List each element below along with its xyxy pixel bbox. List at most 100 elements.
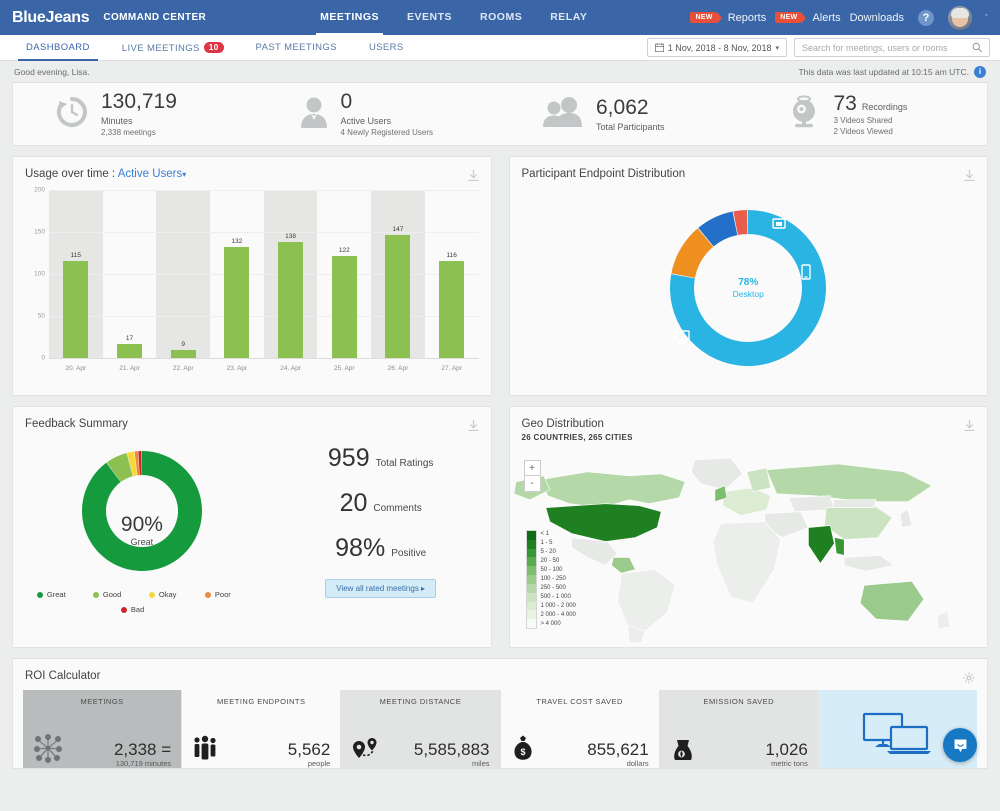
download-icon[interactable] [467,169,480,187]
region-europe[interactable] [722,488,770,516]
x-tick-label: 23. Apr [210,359,264,380]
nav-item-meetings[interactable]: MEETINGS [306,0,393,35]
info-icon[interactable]: i [974,66,986,78]
chat-icon [952,737,969,754]
search-box[interactable] [794,38,990,57]
map-legend-label: 1 000 - 2 000 [541,602,576,611]
bar[interactable] [385,235,410,358]
svg-text:$: $ [520,747,525,757]
legend-label: Bad [131,605,144,614]
country-australia[interactable] [860,581,924,621]
bar[interactable] [224,247,249,358]
country-mexico[interactable] [571,538,617,566]
bar-column[interactable]: 115 [49,190,103,358]
roi-cell-endpoints[interactable]: MEETING ENDPOINTS 5,562 people [182,690,341,768]
bar-column[interactable]: 147 [371,190,425,358]
roi-cell-distance[interactable]: MEETING DISTANCE 5,585,883 miles [341,690,500,768]
geo-card-title: Geo Distribution [510,407,988,430]
usage-metric-selector[interactable]: Active Users [118,168,183,180]
y-tick-label: 150 [34,229,45,236]
stat-minutes-value: 130,719 [101,91,177,112]
nav-item-downloads[interactable]: Downloads [850,12,904,24]
country-mongolia[interactable] [832,500,876,508]
country-new-zealand[interactable] [937,611,949,629]
bar-column[interactable]: 138 [264,190,318,358]
bar-column[interactable]: 122 [317,190,371,358]
legend-item-poor[interactable]: Poor [205,590,247,599]
chat-support-button[interactable] [943,728,977,762]
world-map[interactable] [510,446,987,645]
bar[interactable] [332,256,357,358]
map-zoom-controls[interactable]: + - [524,460,541,492]
nav-item-reports[interactable]: Reports [728,12,767,24]
bar[interactable] [63,261,88,358]
endpoint-distribution-card: Participant Endpoint Distribution 78% De… [509,156,989,396]
map-zoom-out-button[interactable]: - [525,476,540,491]
country-russia[interactable] [766,464,931,502]
roi-emission-header: EMISSION SAVED [670,697,808,706]
continent-africa[interactable] [712,522,780,604]
map-legend-label: 20 - 50 [541,557,576,566]
search-icon[interactable] [972,42,982,53]
people-icon [192,735,218,768]
roi-cell-meetings[interactable]: MEETINGS [23,690,182,768]
feedback-donut-center: 90% Great [121,513,163,547]
nav-item-relay[interactable]: RELAY [536,0,601,35]
bar-column[interactable]: 116 [425,190,479,358]
country-brazil[interactable] [617,569,675,631]
legend-item-great[interactable]: Great [37,590,79,599]
bar-column[interactable]: 9 [156,190,210,358]
country-china[interactable] [824,506,892,540]
map-zoom-in-button[interactable]: + [525,461,540,476]
nav-item-events[interactable]: EVENTS [393,0,466,35]
gear-icon[interactable] [963,671,975,689]
legend-item-okay[interactable]: Okay [149,590,191,599]
country-colombia[interactable] [611,557,635,573]
stat-minutes: 130,719 Minutes 2,338 meetings [13,91,257,137]
donut-slice-great[interactable] [82,451,202,571]
download-icon[interactable] [963,419,976,437]
endpoint-center-label: Desktop [733,289,764,299]
region-indonesia[interactable] [844,555,894,571]
tab-dashboard[interactable]: DASHBOARD [10,35,106,61]
country-greenland[interactable] [691,458,743,490]
legend-item-good[interactable]: Good [93,590,135,599]
stat-recordings-body: 73 Recordings 3 Videos Shared 2 Videos V… [834,93,908,136]
country-myanmar[interactable] [834,538,844,556]
feedback-summary-card: Feedback Summary 90% Great G [12,406,492,648]
geo-map-area[interactable]: + - < 11 - 55 - 2020 - 5050 - 100100 - 2… [510,446,988,639]
legend-item-bad[interactable]: Bad [121,605,163,614]
bar[interactable] [278,242,303,358]
tab-live-meetings[interactable]: LIVE MEETINGS10 [106,35,240,61]
nav-item-rooms[interactable]: ROOMS [466,0,536,35]
tab-past-meetings[interactable]: PAST MEETINGS [240,35,353,61]
bluejeans-logo[interactable]: BlueJeans [12,9,89,27]
feedback-donut-svg[interactable] [67,436,217,586]
bar-series: 115179132138122147116 [49,190,479,358]
bar-column[interactable]: 17 [103,190,157,358]
nav-item-alerts[interactable]: Alerts [812,12,840,24]
country-japan[interactable] [899,510,911,528]
download-icon[interactable] [467,419,480,437]
avatar[interactable] [948,6,972,30]
bar-column[interactable]: 132 [210,190,264,358]
roi-cell-emission[interactable]: EMISSION SAVED 1,026 metric tons [660,690,819,768]
bar[interactable] [117,344,142,358]
date-range-picker[interactable]: 1 Nov, 2018 - 8 Nov, 2018 ▾ [647,38,787,57]
bar[interactable] [439,261,464,358]
chevron-down-icon[interactable]: ˇ [985,13,988,23]
tab-users[interactable]: USERS [353,35,420,61]
roi-meetings-unit: 130,719 minutes [114,759,171,768]
view-all-rated-meetings-button[interactable]: View all rated meetings ▸ [325,579,436,598]
roi-cell-travel-cost[interactable]: TRAVEL COST SAVED $ 855,621 dollars [501,690,660,768]
roi-endpoints-value: 5,562 [288,741,331,759]
help-icon[interactable]: ? [918,10,934,26]
country-canada[interactable] [539,472,684,508]
map-legend-label: 2 000 - 4 000 [541,611,576,620]
x-tick-label: 24. Apr [264,359,318,380]
search-input[interactable] [802,43,972,53]
roi-emission-unit: metric tons [765,759,808,768]
chevron-down-icon[interactable]: ▾ [182,170,186,179]
country-india[interactable] [808,526,834,564]
bar[interactable] [171,350,196,358]
